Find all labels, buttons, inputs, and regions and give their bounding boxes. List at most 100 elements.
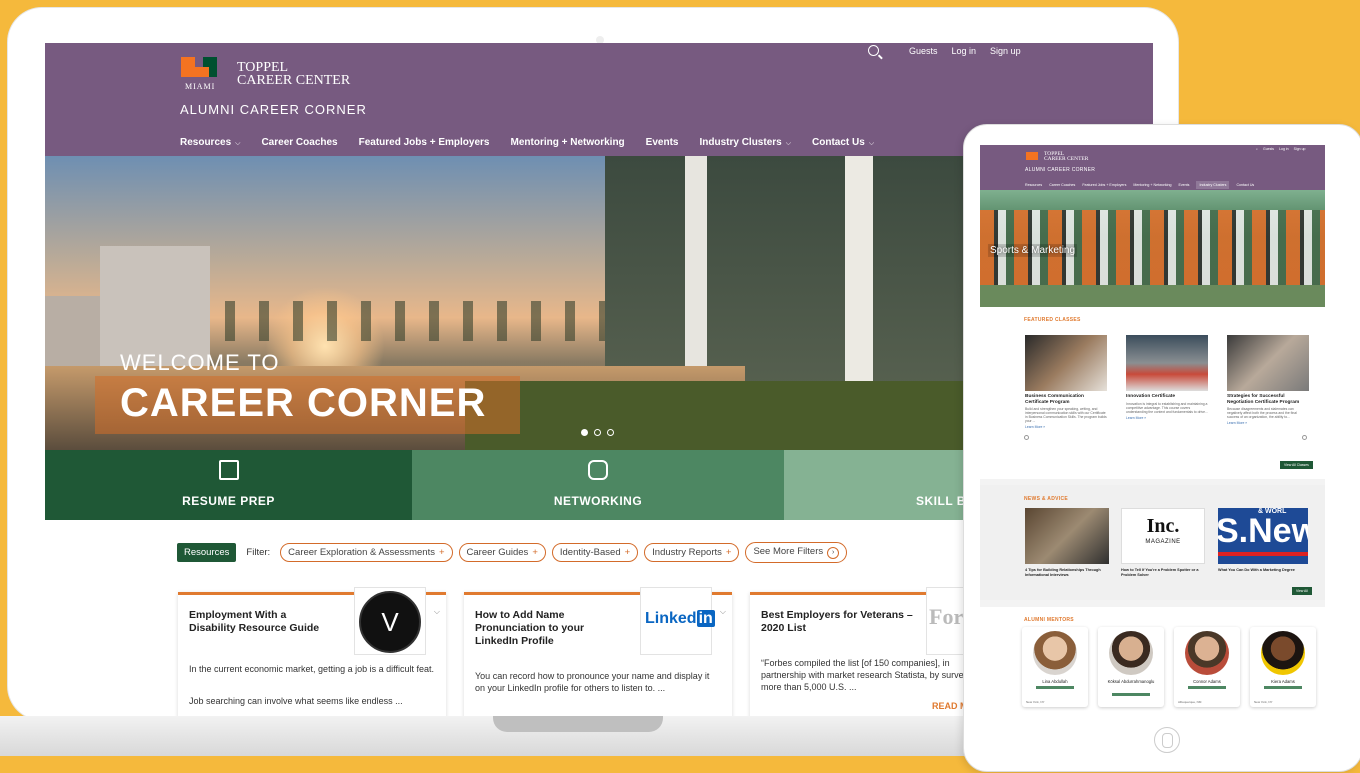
carousel-dot[interactable] — [581, 429, 588, 436]
nav-career-coaches[interactable]: Career Coaches — [261, 137, 337, 148]
card-title: How to Add Name Pronunciation to your Li… — [475, 609, 585, 647]
class-card[interactable]: Business Communication Certificate Progr… — [1025, 335, 1107, 429]
learn-more-link[interactable]: Learn More » — [1025, 425, 1107, 429]
news-item[interactable]: 4 Tips for Building Relationships Throug… — [1025, 508, 1109, 577]
guests-link[interactable]: Guests — [1263, 147, 1274, 151]
resource-card[interactable]: How to Add Name Pronunciation to your Li… — [464, 587, 732, 716]
mentor-name: Connor Adams — [1193, 679, 1221, 684]
news-section: NEWS & ADVICE 4 Tips for Building Relati… — [980, 485, 1325, 600]
resources-button[interactable]: Resources — [177, 543, 237, 562]
filter-chip-career-guides[interactable]: Career Guides + — [458, 543, 546, 562]
guests-link[interactable]: Guests — [909, 46, 938, 56]
nav-featured-jobs[interactable]: Featured Jobs + Employers — [359, 137, 490, 148]
section-title: ALUMNI MENTORS — [1024, 617, 1074, 623]
class-image — [1227, 335, 1309, 391]
logo-line2: CAREER CENTER — [237, 73, 351, 88]
learn-more-link[interactable]: Learn More » — [1126, 416, 1208, 420]
nav-label: Industry Clusters — [699, 137, 782, 148]
nav-career-coaches[interactable]: Career Coaches — [1049, 183, 1075, 187]
logo-name[interactable]: TOPPEL CAREER CENTER — [237, 61, 351, 88]
tablet-utility-nav: ⌕ Guests Log in Sign up — [1256, 147, 1305, 151]
tablet-hero[interactable]: Sports & Marketing — [980, 190, 1325, 307]
news-item[interactable]: S.New & WORL What You Can Do With a Mark… — [1218, 508, 1308, 573]
plus-icon: + — [438, 547, 445, 558]
mentor-card[interactable]: Köksal Abdurrahmanoglu — [1098, 627, 1164, 707]
class-card[interactable]: Strategies for Successful Negotiation Ce… — [1227, 335, 1309, 425]
nav-contact-us[interactable]: Contact Us ⌵ — [812, 137, 874, 148]
plus-icon: + — [725, 547, 732, 558]
plus-icon: + — [532, 547, 538, 558]
mentor-badge — [1036, 686, 1074, 689]
section-title: FEATURED CLASSES — [1024, 317, 1081, 323]
nav-industry-clusters[interactable]: Industry Clusters — [1196, 181, 1230, 189]
mentor-card[interactable]: Connor Adams Albuquerque, NM — [1174, 627, 1240, 707]
class-card[interactable]: Innovation Certificate Innovation is int… — [1126, 335, 1208, 420]
nav-events[interactable]: Events — [646, 137, 679, 148]
nav-events[interactable]: Events — [1178, 183, 1189, 187]
tile-resume-prep[interactable]: RESUME PREP — [45, 450, 412, 520]
chevron-down-icon[interactable]: ⌵ — [434, 607, 440, 617]
search-icon[interactable] — [868, 45, 879, 56]
nav-resources[interactable]: Resources — [1025, 183, 1042, 187]
filter-chip-identity-based[interactable]: Identity-Based + — [551, 543, 639, 562]
login-link[interactable]: Log in — [952, 46, 977, 56]
mentors-section: ALUMNI MENTORS Lina Abdullah New York, N… — [980, 607, 1325, 715]
chevron-down-icon[interactable]: ⌵ — [720, 607, 726, 617]
view-all-news-button[interactable]: View All — [1292, 587, 1312, 595]
mentor-name: Kiera Adams — [1271, 679, 1295, 684]
mentor-location: New York, NY — [1254, 700, 1273, 704]
class-desc: Innovation is integral to establishing a… — [1126, 401, 1208, 414]
chat-bubble-icon — [588, 460, 608, 480]
see-more-filters-button[interactable]: See More Filters › — [745, 542, 848, 563]
carousel-dots — [581, 429, 614, 436]
nav-mentoring[interactable]: Mentoring + Networking — [511, 137, 625, 148]
card-body: In the current economic market, getting … — [189, 664, 434, 674]
logo-miami-text: MIAMI — [185, 82, 216, 91]
university-logo-icon[interactable] — [181, 57, 217, 79]
card-title: Employment With a Disability Resource Gu… — [189, 609, 320, 634]
nav-resources[interactable]: Resources ⌵ — [180, 137, 240, 148]
chevron-right-icon: › — [827, 547, 840, 559]
card-body: You can record how to pronounce your nam… — [475, 671, 710, 693]
carousel-next-icon[interactable] — [1302, 435, 1307, 440]
resource-card[interactable]: Employment With a Disability Resource Gu… — [178, 587, 446, 716]
nav-contact-us[interactable]: Contact Us — [1236, 183, 1254, 187]
search-icon[interactable]: ⌕ — [1256, 147, 1258, 151]
filter-label: Filter: — [246, 547, 271, 558]
login-link[interactable]: Log in — [1279, 147, 1289, 151]
tablet-logo-name[interactable]: TOPPEL CAREER CENTER — [1044, 151, 1088, 162]
nav-featured-jobs[interactable]: Featured Jobs + Employers — [1082, 183, 1126, 187]
view-all-classes-button[interactable]: View All Classes — [1280, 461, 1313, 469]
tablet-subtitle: ALUMNI CAREER CORNER — [1025, 167, 1096, 173]
mentor-card[interactable]: Kiera Adams New York, NY — [1250, 627, 1316, 707]
university-logo-icon[interactable] — [1026, 152, 1038, 160]
mentor-card[interactable]: Lina Abdullah New York, NY — [1022, 627, 1088, 707]
mentor-name: Lina Abdullah — [1042, 679, 1068, 684]
news-item[interactable]: Inc. MAGAZINE How to Tell If You're a Pr… — [1121, 508, 1205, 577]
chip-label: Industry Reports — [652, 547, 722, 558]
class-name: Innovation Certificate — [1126, 394, 1176, 399]
home-button-icon[interactable] — [1154, 727, 1180, 753]
filter-chip-industry-reports[interactable]: Industry Reports + — [644, 543, 740, 562]
carousel-dot[interactable] — [607, 429, 614, 436]
laptop-notch — [493, 716, 663, 732]
chip-label: Career Guides — [466, 547, 529, 558]
signup-link[interactable]: Sign up — [990, 46, 1021, 56]
tile-label: RESUME PREP — [182, 494, 275, 508]
utility-nav: Guests Log in Sign up — [868, 45, 1021, 56]
card-logo: Linked in — [640, 587, 715, 655]
carousel-dot[interactable] — [594, 429, 601, 436]
resource-card[interactable]: Best Employers for Veterans – 2020 List … — [750, 587, 998, 716]
carousel-prev-icon[interactable] — [1024, 435, 1029, 440]
nav-industry-clusters[interactable]: Industry Clusters ⌵ — [699, 137, 791, 148]
chip-label: Career Exploration & Assessments — [288, 547, 435, 558]
learn-more-link[interactable]: Learn More » — [1227, 421, 1309, 425]
plus-icon: + — [624, 547, 631, 558]
card-body-more: Job searching can involve what seems lik… — [189, 696, 403, 706]
nav-mentoring[interactable]: Mentoring + Networking — [1133, 183, 1171, 187]
v-logo-icon: V — [359, 591, 421, 653]
chevron-down-icon: ⌵ — [235, 140, 241, 147]
filter-chip-career-exploration[interactable]: Career Exploration & Assessments + — [280, 543, 453, 562]
tile-networking[interactable]: NETWORKING — [412, 450, 784, 520]
signup-link[interactable]: Sign up — [1294, 147, 1306, 151]
